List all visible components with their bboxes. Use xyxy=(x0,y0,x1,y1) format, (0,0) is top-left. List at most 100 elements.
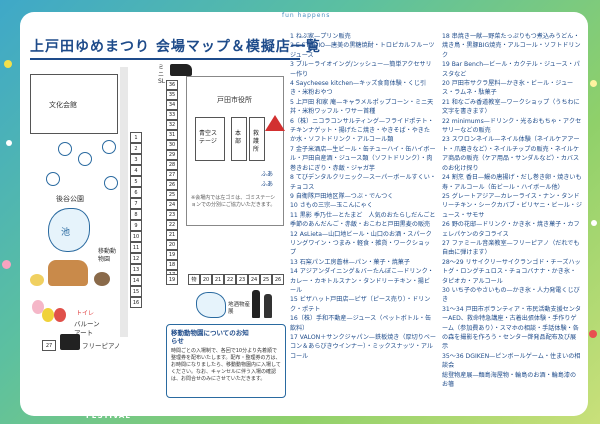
stall-cell: 20 xyxy=(166,240,178,250)
stall-cell: 14 xyxy=(130,275,142,286)
decoration-dot xyxy=(2,260,11,269)
stall-cell: 26 xyxy=(272,274,284,285)
stall-list-item: 11 黒影 季乃仕—とたまど 人気のおたらしだんごと季節のあんだんご・赤飯・おこ… xyxy=(290,211,436,229)
sake-bottle-icon xyxy=(264,294,272,318)
stall-cell: 12 xyxy=(130,253,142,264)
stall-list-item: 12 AsLieta—山口地ビール・山口のお酒・スパークリングワイン・つまみ・軽… xyxy=(290,230,432,257)
page-title: 上戸田ゆめまつり 会場マップ＆模擬店一覧 xyxy=(30,39,321,55)
sake-butten-label: 地酒物産展 xyxy=(228,302,251,315)
stall-list-item: 5 上戸田 和家 庵—キャラメルポップコーン・ミニ天丼・米粉ワッフル・ワサー首種 xyxy=(290,98,434,116)
horse-icon xyxy=(48,260,88,286)
stall-list-column-1: 1 ねぶ家—プリン販売 2 E STUDIO—唐美の黒糖焼酎・トロピカルフルーツ… xyxy=(290,32,436,412)
stall-list-item: 14 アジアンダイニング＆バーたんぼこ—ドリンク・カレー・カキトルスナン・タンド… xyxy=(290,268,434,294)
stall-cell: 22 xyxy=(224,274,236,285)
stall-cell: 27 xyxy=(166,170,178,180)
balloon-icon xyxy=(54,308,66,322)
stall-cell: 3 xyxy=(130,154,142,165)
stall-list-item: 15 ビザハット戸田店—ピザ（ピース売り）・ドリンク・ポテト xyxy=(290,296,431,313)
stall-list-item: 21 和なごみ香道教室—ワークショップ（うちわに文字を書きます） xyxy=(442,98,580,116)
piano-icon xyxy=(60,334,80,350)
stall-list-item: 24 割烹 香日—鰻の唐揚げ・だし巻き卵・焼きいも寿・アルコール（缶ビール・ハイ… xyxy=(442,174,582,191)
decoration-dot xyxy=(591,220,597,226)
stall-cell: 31 xyxy=(166,130,178,140)
stall-cell: 19 xyxy=(166,250,178,260)
stall-list-item: 28～29 リサイクリーサイクランゴド・チーズハットグ・ロングチュロス・チョコバ… xyxy=(442,258,581,285)
stall-cell: 23 xyxy=(236,274,248,285)
stall-cell: 2 xyxy=(130,143,142,154)
ike-label: 池 xyxy=(61,228,71,238)
tree-icon xyxy=(46,172,60,186)
stall-cell: 34 xyxy=(166,100,178,110)
stall-cell: 22 xyxy=(166,220,178,230)
stall-cell: 25 xyxy=(260,274,272,285)
stall-list-item: 総登物産展—麺島海屋物・輪島のお酒・輪島漆のお箸 xyxy=(442,371,577,389)
stall-cell: 6 xyxy=(130,187,142,198)
stall-cell: 24 xyxy=(166,200,178,210)
stall-list-item: 35～36 DGIKEN—ピンボールゲーム・住まいの相談会 xyxy=(442,352,581,370)
toda-shiyakusho-label: 戸田市役所 xyxy=(217,96,252,104)
stall-list-item: 22 minimums—ドリンク・光るおもちゃ・アクセサリーなどの販売 xyxy=(442,117,582,135)
road xyxy=(120,67,128,337)
stall-list-item: 31～34 戸田市ボランティア・市民活動支援センターAED、救命特急講座・古着出… xyxy=(442,305,581,351)
stall-cell: 4 xyxy=(130,165,142,176)
honbu-booth: 本部 xyxy=(231,117,247,161)
tree-icon xyxy=(104,176,118,190)
stall-cell: 36 xyxy=(166,80,178,90)
aozora-stage: 青空ステージ xyxy=(195,117,225,161)
stall-cell: 23 xyxy=(166,210,178,220)
stall-list-item: 9 自衛隊戸田地区隊—つぶ・でんつく xyxy=(290,192,394,200)
decoration-dot xyxy=(590,80,597,87)
bunka-kaikan-label: 文化会館 xyxy=(49,101,77,109)
stall-list-item: 17 VALON＋サンクジャパン—鉄板焼き（厚切りベーコン＆あらびきウインナー）… xyxy=(290,334,436,360)
tent-icon xyxy=(265,115,285,131)
stall-cell: 21 xyxy=(166,230,178,240)
stall-cell: 33 xyxy=(166,110,178,120)
noto-map-icon xyxy=(196,292,226,318)
stall-list-item: 6（株）ニコラコンサルティング—フライドポテト・チキンナゲット・揚げたこ焼き・や… xyxy=(290,117,434,144)
decoration-dot xyxy=(589,330,597,338)
stall-cell: 35 xyxy=(166,90,178,100)
stall-list-item: 27 ファミール音楽教室—フリーピアノ（だれでも自由に弾けます） xyxy=(442,239,580,257)
bunka-kaikan-building: 文化会館 xyxy=(30,74,118,134)
tree-icon xyxy=(102,140,116,154)
tree-icon xyxy=(58,142,72,156)
stall-list-item: 10 さもの三宗—玉こんにゃく xyxy=(290,202,373,210)
decoration-dot xyxy=(6,140,12,146)
stall-cell: 7 xyxy=(130,198,142,209)
piano-stall-cell: 27 xyxy=(42,340,56,351)
stall-cell: 5 xyxy=(130,176,142,187)
stall-cell: 30 xyxy=(166,140,178,150)
stall-list-item: 18 串焼き一献—野菜たっぷりもつ煮込みうどん・焼き鳥・黒豚BIG焼売・アルコー… xyxy=(442,33,581,59)
stall-cell: 8 xyxy=(130,209,142,220)
hedgehog-icon xyxy=(94,272,110,286)
stall-list-item: 7 金子米酒店—生ビール・缶チューハイ・缶ハイボール・戸田自産酒・ジュース類（ソ… xyxy=(290,145,436,172)
garbage-note: ※会場内では左ゴミは、ゴミステーションでの分別にご協力いただきます。 xyxy=(191,195,276,208)
toda-shiyakusho-building: 戸田市役所 青空ステージ 本部 救護所 ふあ ふあ ※会場内では左ゴミは、ゴミス… xyxy=(186,76,285,226)
festival-caption: FESTIVAL xyxy=(86,412,131,420)
stall-list-item: 1 ねぶ家—プリン販売 xyxy=(290,33,351,40)
tree-icon xyxy=(78,152,92,166)
top-caption: fun happens xyxy=(282,12,331,19)
balloon-icon xyxy=(42,308,54,322)
stall-cell: 24 xyxy=(248,274,260,285)
zoo-info-title: 移動動物園についてのお知らせ xyxy=(171,329,249,345)
stall-cell: 13 xyxy=(130,264,142,275)
stall-list-item: 16（株）手和不動産—ジュース（ペットボトル・缶飲料） xyxy=(290,315,432,332)
stall-cell: 10 xyxy=(130,231,142,242)
stall-list-item: 2 E STUDIO—唐美の黒糖焼酎・トロピカルフルーツジュース xyxy=(290,42,435,59)
stall-cell: 26 xyxy=(166,180,178,190)
stall-list-column-2: 18 串焼き一献—野菜たっぷりもつ煮込みうどん・焼き鳥・黒豚BIG焼売・アルコー… xyxy=(442,32,582,412)
train-icon xyxy=(170,64,192,76)
kyugo-booth: 救護所 xyxy=(249,117,265,161)
map-card: fun happens 上戸田ゆめまつり 会場マップ＆模擬店一覧 文化会館 後谷… xyxy=(20,12,588,416)
stall-cell: 28 xyxy=(166,160,178,170)
stall-list-item: 8 てびデンタルクリニック—スーパーボールすくい・チョコス xyxy=(290,174,436,191)
stall-cell: 9 xyxy=(130,220,142,231)
stall-cell: 29 xyxy=(166,150,178,160)
stall-cell: 19 xyxy=(166,274,178,285)
stall-list-item: 20 戸田市サクラ屋料—かき氷・ビール・ジュース・ラムネ・駄菓子 xyxy=(442,80,574,97)
stall-list-item: 19 Bar Bench—ビール・カクテル・ジュース・パスタなど xyxy=(442,61,580,78)
stall-cell: 1 xyxy=(130,132,142,143)
stall-list-item: 23 スワロンネイル—ネイル体験（ネイルケアアート・爪磨きなど）・ネイルチップの… xyxy=(442,136,580,172)
idou-doubutsuen-label: 移動動物園 xyxy=(98,248,117,263)
